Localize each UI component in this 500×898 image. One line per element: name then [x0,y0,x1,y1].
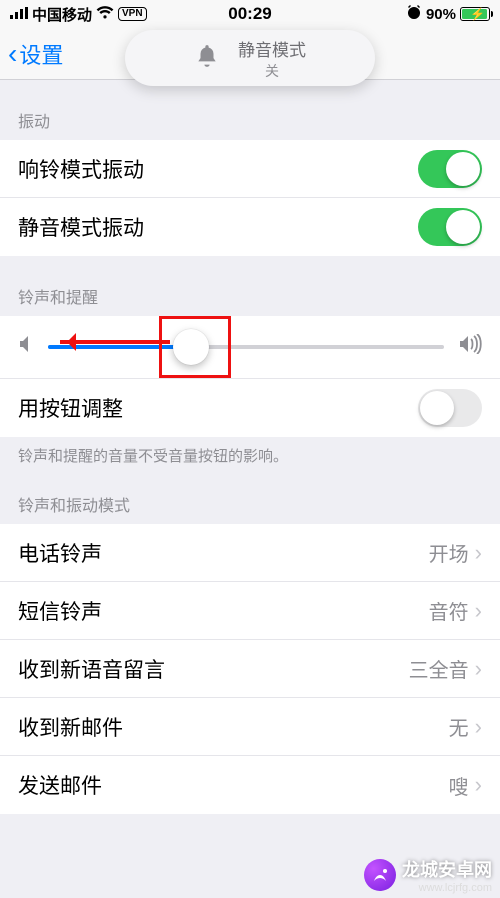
chevron-right-icon: › [475,540,482,566]
chevron-right-icon: › [475,714,482,740]
back-label: 设置 [19,38,63,70]
row-new-mail[interactable]: 收到新邮件 无 › [0,698,500,756]
chevron-right-icon: › [475,772,482,798]
group-change-with-buttons: 用按钮调整 [0,379,500,437]
section-footer-ringer: 铃声和提醒的音量不受音量按钮的影响。 [0,437,500,474]
battery-icon: ⚡ [460,7,490,21]
row-text-tone[interactable]: 短信铃声 音符 › [0,582,500,640]
row-sent-mail[interactable]: 发送邮件 嗖 › [0,756,500,814]
row-label: 电话铃声 [18,538,102,568]
row-label: 发送邮件 [18,770,102,800]
group-patterns: 电话铃声 开场 › 短信铃声 音符 › 收到新语音留言 三全音 › 收到新邮件 … [0,524,500,814]
row-volume-slider [0,316,500,379]
row-vibrate-on-silent[interactable]: 静音模式振动 [0,198,500,256]
row-value: 开场 [429,538,469,567]
chevron-left-icon: ‹ [8,40,17,68]
switch-vibrate-on-ring[interactable] [418,150,482,188]
speaker-low-icon [18,334,34,360]
annotation-arrow-icon [60,340,170,344]
row-new-voicemail[interactable]: 收到新语音留言 三全音 › [0,640,500,698]
clock: 00:29 [0,4,500,24]
banner-title: 静音模式 [238,36,306,61]
speaker-high-icon [458,334,482,360]
volume-slider-thumb[interactable] [173,329,209,365]
row-label: 静音模式振动 [18,212,144,242]
section-header-vibrate: 振动 [0,80,500,140]
row-value: 无 [449,712,469,741]
volume-slider-fill [48,345,191,349]
row-value: 三全音 [409,654,469,683]
chevron-right-icon: › [475,656,482,682]
row-label: 收到新语音留言 [18,654,165,684]
group-vibrate: 响铃模式振动 静音模式振动 [0,140,500,256]
section-header-ringer: 铃声和提醒 [0,256,500,316]
row-change-with-buttons[interactable]: 用按钮调整 [0,379,500,437]
watermark-logo-icon [364,859,396,891]
chevron-right-icon: › [475,598,482,624]
bell-icon [194,43,220,74]
row-value: 音符 [429,596,469,625]
row-label: 用按钮调整 [18,393,123,423]
row-value: 嗖 [449,771,469,800]
row-ringtone[interactable]: 电话铃声 开场 › [0,524,500,582]
switch-change-with-buttons[interactable] [418,389,482,427]
back-button[interactable]: ‹ 设置 [8,38,63,70]
row-label: 响铃模式振动 [18,154,144,184]
status-bar: 中国移动 VPN 00:29 90% ⚡ [0,0,500,28]
watermark-domain: www.lcjrfg.com [402,882,492,894]
watermark-name: 龙城安卓网 [402,860,492,880]
switch-vibrate-on-silent[interactable] [418,208,482,246]
volume-slider[interactable] [48,345,444,349]
silent-mode-banner: 静音模式 关 [125,30,375,86]
row-vibrate-on-ring[interactable]: 响铃模式振动 [0,140,500,198]
row-label: 收到新邮件 [18,712,123,742]
banner-subtitle: 关 [238,61,306,81]
row-label: 短信铃声 [18,596,102,626]
watermark: 龙城安卓网 www.lcjrfg.com [364,856,492,894]
section-header-patterns: 铃声和振动模式 [0,474,500,524]
